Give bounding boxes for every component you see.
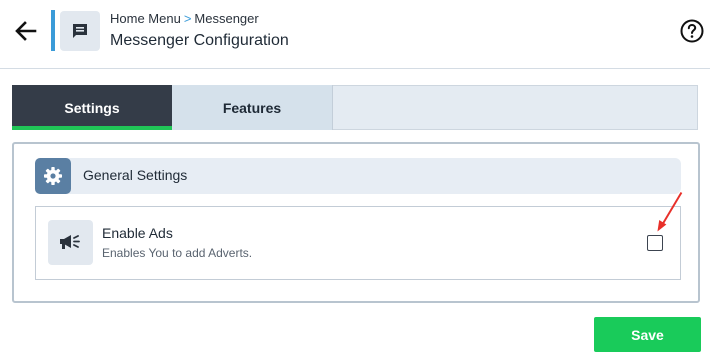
breadcrumb-messenger: Messenger: [194, 11, 259, 26]
page-header: Home Menu > Messenger Messenger Configur…: [0, 0, 710, 69]
enable-ads-checkbox[interactable]: [647, 235, 663, 251]
page-title: Messenger Configuration: [110, 32, 289, 49]
breadcrumb: Home Menu > Messenger: [110, 11, 259, 26]
help-circle-icon: [680, 19, 704, 43]
tab-bar: Settings Features: [12, 85, 698, 130]
gear-tile: [35, 158, 71, 194]
help-button[interactable]: [679, 18, 705, 44]
message-icon: [73, 24, 87, 38]
settings-panel: General Settings Enable Ads Enables You …: [12, 142, 700, 303]
setting-row-enable-ads: Enable Ads Enables You to add Adverts.: [35, 206, 681, 280]
breadcrumb-home-menu[interactable]: Home Menu: [110, 11, 181, 26]
messenger-tile: [60, 11, 100, 51]
section-title: General Settings: [83, 167, 188, 183]
megaphone-icon: [60, 235, 80, 249]
accent-bar: [51, 10, 55, 51]
tab-settings[interactable]: Settings: [12, 85, 172, 130]
gear-icon: [44, 167, 62, 185]
setting-label: Enable Ads: [102, 225, 173, 241]
setting-description: Enables You to add Adverts.: [102, 246, 253, 260]
section-header: General Settings: [35, 158, 681, 194]
tab-features[interactable]: Features: [172, 85, 333, 130]
megaphone-tile: [48, 220, 93, 265]
save-button[interactable]: Save: [594, 317, 701, 352]
breadcrumb-separator: >: [183, 11, 192, 26]
back-button[interactable]: [13, 18, 39, 44]
arrow-left-icon: [15, 21, 37, 41]
